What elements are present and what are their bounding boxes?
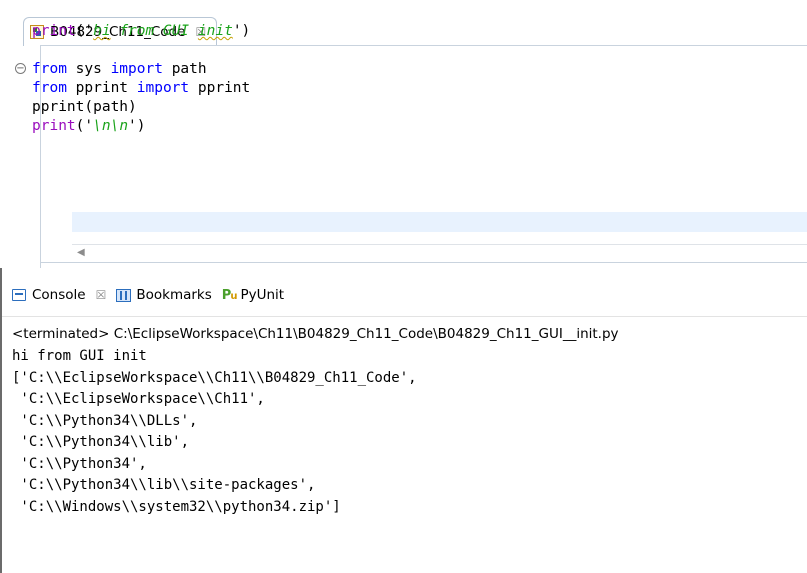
console-output-line: 'C:\\Python34',: [12, 455, 147, 472]
close-icon[interactable]: ☒: [96, 289, 107, 301]
console-divider: [2, 316, 807, 317]
code-lines[interactable]: print('hi from GUI init') − from sys impor…: [15, 22, 250, 136]
code-token: \n\n: [93, 118, 129, 134]
console-output-line: 'C:\\EclipseWorkspace\\Ch11',: [12, 391, 265, 407]
console-status: <terminated> C:\EclipseWorkspace\Ch11\B0…: [12, 326, 619, 342]
code-token: import: [110, 61, 163, 77]
current-line-highlight: [72, 212, 807, 232]
bookmarks-icon: [116, 288, 132, 302]
code-token: (': [75, 23, 94, 39]
tab-console-label: Console: [32, 287, 86, 303]
console-output-line: 'C:\\Python34\\lib',: [12, 434, 190, 450]
editor-area: B04829_Ch11_Code ☒ print('hi from GUI in…: [0, 0, 807, 268]
console-output-line: 'C:\\Windows\\system32\\python34.zip']: [12, 498, 341, 515]
code-token: init: [197, 23, 233, 39]
console-output-line: 'C:\\Python34\\DLLs',: [12, 412, 198, 429]
pyunit-icon: Pu: [221, 287, 238, 303]
tab-pyunit-label: PyUnit: [240, 287, 285, 303]
code-token: pprint: [66, 80, 137, 96]
console-tab-bar: Console ☒ Bookmarks Pu PyUnit: [12, 280, 294, 310]
console-output-line: ['C:\\EclipseWorkspace\\Ch11\\B04829_Ch1…: [12, 369, 417, 386]
code-line[interactable]: [32, 41, 250, 60]
code-token: hi: [93, 23, 111, 39]
code-line[interactable]: pprint(path): [32, 98, 250, 117]
code-token: print: [32, 118, 76, 134]
console-panel: Console ☒ Bookmarks Pu PyUnit <terminate…: [0, 268, 807, 573]
code-line[interactable]: print('hi from GUI init'): [32, 22, 250, 41]
editor-border: [40, 262, 807, 263]
console-icon: [12, 289, 26, 301]
console-output-line: 'C:\\Python34\\lib\\site-packages',: [12, 477, 316, 493]
code-token: pprint: [189, 80, 251, 96]
code-line[interactable]: − from sys import path: [15, 60, 250, 79]
scroll-left-icon[interactable]: ◀: [77, 247, 85, 258]
code-token: from GUI: [110, 23, 198, 39]
horizontal-scrollbar[interactable]: ◀: [72, 244, 807, 263]
code-token: from: [32, 61, 67, 77]
tab-console[interactable]: Console ☒: [12, 287, 106, 303]
code-line[interactable]: from pprint import pprint: [32, 79, 250, 98]
code-token: sys: [66, 61, 111, 77]
code-token: path: [162, 61, 207, 77]
code-token: print: [32, 23, 76, 39]
code-token: (': [75, 118, 94, 134]
code-token: from: [32, 80, 67, 96]
tab-pyunit[interactable]: Pu PyUnit: [222, 287, 284, 303]
code-token: import: [136, 80, 190, 96]
code-line[interactable]: print('\n\n'): [32, 117, 250, 136]
tab-bookmarks-label: Bookmarks: [136, 287, 212, 303]
code-token: '): [128, 118, 146, 134]
fold-collapse-icon[interactable]: −: [15, 63, 26, 74]
console-output-line: hi from GUI init: [12, 348, 147, 364]
tab-bookmarks[interactable]: Bookmarks: [116, 287, 212, 303]
code-token: '): [232, 23, 251, 39]
code-token: pprint(path): [32, 99, 137, 115]
console-output[interactable]: hi from GUI init ['C:\\EclipseWorkspace\\…: [12, 346, 417, 518]
